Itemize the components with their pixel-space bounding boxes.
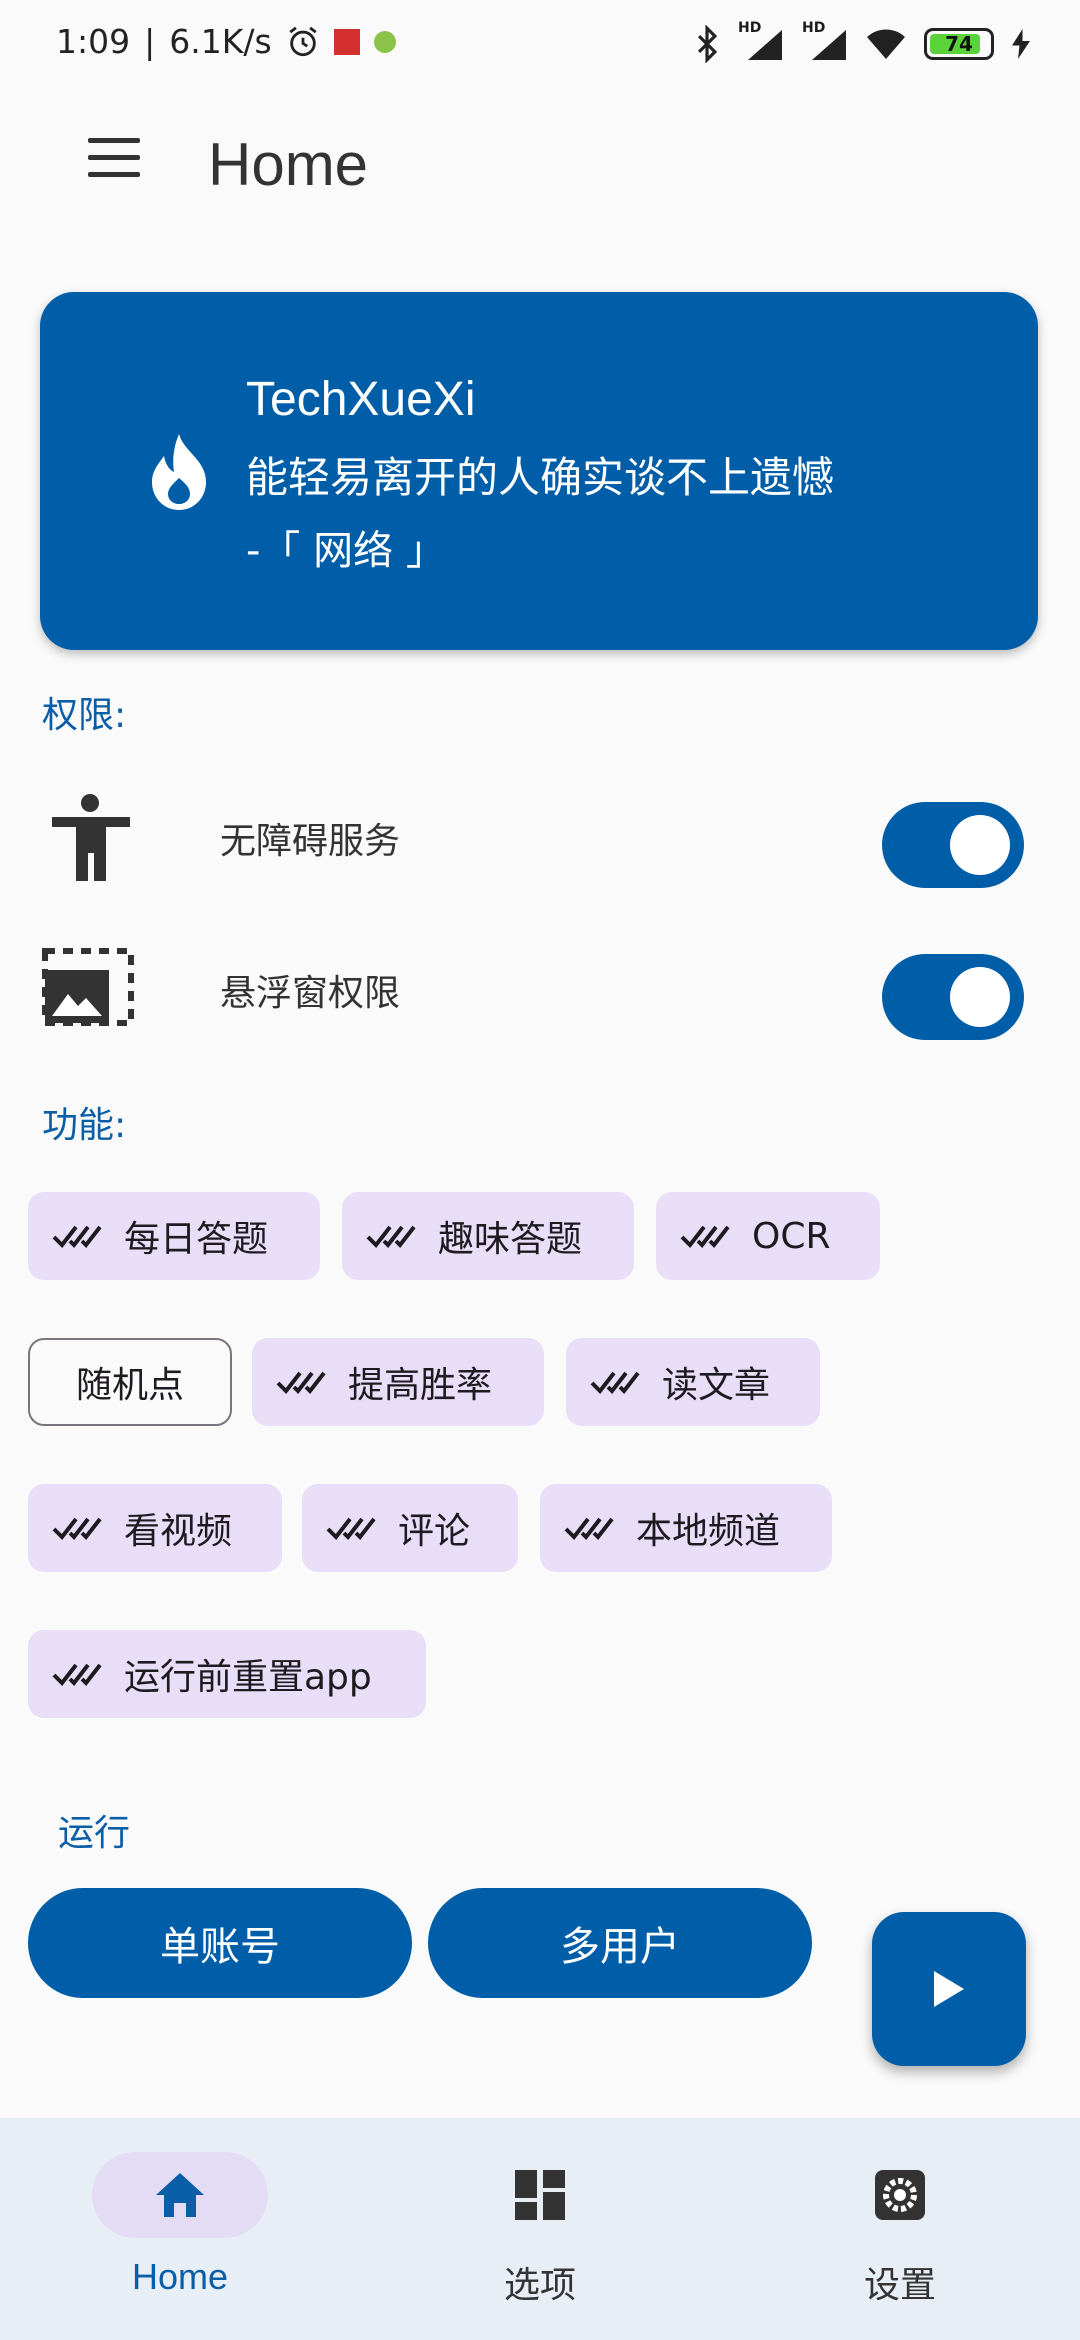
feature-chip-label: 评论 — [398, 1511, 471, 1552]
play-icon — [934, 1971, 964, 2007]
permission-row-accessibility[interactable]: 无障碍服务 — [0, 778, 1080, 888]
quote-author: TechXueXi — [246, 373, 476, 426]
permission-label: 无障碍服务 — [220, 821, 401, 862]
feature-chip-label: OCR — [752, 1215, 831, 1257]
alarm-icon — [289, 26, 317, 56]
double-check-icon — [366, 1225, 416, 1249]
features-heading: 功能: — [42, 1105, 127, 1146]
overlay-toggle[interactable] — [882, 954, 1024, 1040]
signal-icon — [812, 30, 846, 60]
double-check-icon — [590, 1371, 640, 1395]
feature-chip[interactable]: 本地频道 — [540, 1484, 832, 1572]
app-notification-icon — [333, 28, 360, 55]
feature-chip-label: 提高胜率 — [348, 1365, 493, 1406]
feature-chip-label: 读文章 — [662, 1365, 771, 1406]
permissions-heading: 权限: — [42, 695, 127, 736]
flame-icon — [152, 434, 206, 510]
double-check-icon — [52, 1225, 102, 1249]
feature-chip-label: 每日答题 — [124, 1219, 269, 1260]
feature-chip[interactable]: 随机点 — [28, 1338, 232, 1426]
android-icon — [373, 30, 396, 53]
double-check-icon — [564, 1517, 614, 1541]
quote-text: 能轻易离开的人确实谈不上遗憾 — [246, 453, 835, 502]
feature-chip[interactable]: 每日答题 — [28, 1192, 320, 1280]
double-check-icon — [276, 1371, 326, 1395]
feature-chip-label: 运行前重置app — [124, 1657, 372, 1698]
feature-chip[interactable]: 读文章 — [566, 1338, 820, 1426]
permission-label: 悬浮窗权限 — [220, 973, 401, 1014]
feature-chip[interactable]: 运行前重置app — [28, 1630, 426, 1718]
wifi-icon — [867, 29, 905, 59]
quote-source: -「 网络 」 — [246, 528, 446, 574]
quote-card: TechXueXi 能轻易离开的人确实谈不上遗憾 -「 网络 」 — [40, 292, 1038, 650]
feature-chip-label: 趣味答题 — [438, 1219, 583, 1260]
status-bar: 1:09 | 6.1K/s HD HD 74 — [0, 0, 1080, 96]
feature-chip[interactable]: 趣味答题 — [342, 1192, 634, 1280]
bluetooth-icon — [697, 25, 718, 63]
feature-chip[interactable]: OCR — [656, 1192, 880, 1280]
feature-chip-label: 本地频道 — [636, 1511, 781, 1552]
single-account-button[interactable]: 单账号 — [28, 1888, 412, 1998]
accessibility-icon — [52, 794, 130, 881]
double-check-icon — [52, 1517, 102, 1541]
feature-chip-label: 看视频 — [124, 1511, 233, 1552]
signal-1: HD — [738, 20, 784, 64]
nav-label: 选项 — [503, 2265, 576, 2306]
accessibility-toggle[interactable] — [882, 802, 1024, 888]
permission-row-overlay[interactable]: 悬浮窗权限 — [0, 930, 1080, 1040]
feature-chip-label: 随机点 — [75, 1365, 184, 1406]
nav-label: Home — [131, 2256, 229, 2297]
nav-item-home[interactable]: Home — [60, 2152, 300, 2322]
double-check-icon — [680, 1225, 730, 1249]
nav-label: 设置 — [863, 2265, 936, 2306]
nav-item-settings[interactable]: 设置 — [780, 2152, 1020, 2322]
double-check-icon — [326, 1517, 376, 1541]
page-title: Home — [208, 131, 369, 198]
home-icon — [156, 2173, 204, 2217]
charging-icon — [1012, 29, 1030, 59]
status-time: 1:09 — [56, 22, 131, 61]
feature-chip[interactable]: 看视频 — [28, 1484, 282, 1572]
app-bar: Home — [0, 100, 1080, 230]
signal-icon — [748, 30, 782, 60]
run-heading: 运行 — [58, 1813, 131, 1854]
battery-indicator: 74 — [924, 28, 994, 60]
feature-chip[interactable]: 提高胜率 — [252, 1338, 544, 1426]
nav-item-options[interactable]: 选项 — [420, 2152, 660, 2322]
double-check-icon — [52, 1663, 102, 1687]
menu-icon[interactable] — [88, 138, 148, 188]
bottom-navigation: Home 选项 设置 — [0, 2118, 1080, 2340]
run-fab[interactable] — [872, 1912, 1026, 2066]
network-speed: 6.1K/s — [169, 22, 272, 61]
feature-chip[interactable]: 评论 — [302, 1484, 518, 1572]
multi-user-button[interactable]: 多用户 — [428, 1888, 812, 1998]
signal-2: HD — [802, 20, 848, 64]
settings-icon — [875, 2170, 925, 2220]
dashboard-icon — [515, 2170, 565, 2220]
overlay-window-icon — [42, 948, 134, 1026]
